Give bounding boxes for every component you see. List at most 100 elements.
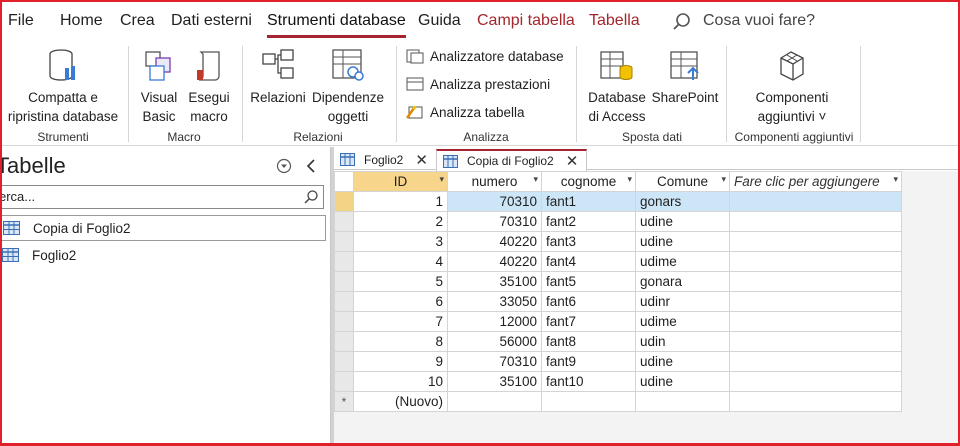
cell-cognome[interactable]: fant7 [541, 311, 636, 332]
cell-empty[interactable] [729, 371, 902, 392]
cell-empty[interactable] [635, 391, 730, 412]
cell-numero[interactable]: 70310 [447, 211, 542, 232]
table-row[interactable]: 5 35100 fant5 gonara [334, 271, 902, 292]
compatta-ripristina-button[interactable]: Compatta e ripristina database [4, 48, 122, 126]
sharepoint-button[interactable]: SharePoint [650, 48, 720, 107]
column-header-numero[interactable]: numero ▾ [447, 171, 542, 192]
analizzatore-database-button[interactable]: Analizzatore database [406, 48, 564, 64]
row-selector[interactable] [334, 251, 354, 272]
column-header-id[interactable]: ID ▾ [353, 171, 448, 192]
cell-numero[interactable]: 70310 [447, 191, 542, 212]
cell-comune[interactable]: gonars [635, 191, 730, 212]
table-row[interactable]: 10 35100 fant10 udine [334, 371, 902, 392]
table-row[interactable]: 6 33050 fant6 udinr [334, 291, 902, 312]
cell-comune[interactable]: gonara [635, 271, 730, 292]
cell-empty[interactable] [729, 251, 902, 272]
cell-empty[interactable] [541, 391, 636, 412]
cell-id[interactable]: 10 [353, 371, 448, 392]
row-selector[interactable] [334, 311, 354, 332]
table-row[interactable]: 7 12000 fant7 udime [334, 311, 902, 332]
cell-empty[interactable] [729, 391, 902, 412]
cell-comune[interactable]: udine [635, 231, 730, 252]
analizza-prestazioni-button[interactable]: Analizza prestazioni [406, 76, 550, 92]
chevron-down-icon[interactable]: ▾ [533, 174, 538, 185]
cell-id[interactable]: 4 [353, 251, 448, 272]
cell-comune[interactable]: udine [635, 351, 730, 372]
cell-cognome[interactable]: fant2 [541, 211, 636, 232]
cell-empty[interactable] [729, 291, 902, 312]
close-icon[interactable]: ✕ [566, 152, 579, 170]
nav-search-input[interactable]: erca... [0, 185, 324, 209]
dipendenze-oggetti-button[interactable]: Dipendenze oggetti [310, 48, 386, 126]
cell-id-new[interactable]: (Nuovo) [353, 391, 448, 412]
cell-id[interactable]: 1 [353, 191, 448, 212]
row-selector[interactable] [334, 351, 354, 372]
cell-comune[interactable]: udime [635, 311, 730, 332]
cell-numero[interactable]: 33050 [447, 291, 542, 312]
new-record-row[interactable]: * (Nuovo) [334, 391, 902, 412]
cell-id[interactable]: 8 [353, 331, 448, 352]
chevron-down-icon[interactable]: ▾ [721, 174, 726, 185]
select-all-corner[interactable] [334, 171, 354, 192]
menu-home[interactable]: Home [60, 12, 103, 34]
cell-cognome[interactable]: fant9 [541, 351, 636, 372]
cell-id[interactable]: 6 [353, 291, 448, 312]
visual-basic-button[interactable]: Visual Basic [136, 48, 182, 126]
cell-comune[interactable]: udin [635, 331, 730, 352]
cell-empty[interactable] [729, 351, 902, 372]
cell-empty[interactable] [729, 231, 902, 252]
cell-comune[interactable]: udime [635, 251, 730, 272]
menu-tabella[interactable]: Tabella [589, 12, 640, 34]
database-access-button[interactable]: Database di Access [584, 48, 650, 126]
chevron-down-icon[interactable]: ▾ [627, 174, 632, 185]
column-header-add[interactable]: Fare clic per aggiungere ▾ [729, 171, 902, 192]
row-selector[interactable] [334, 231, 354, 252]
nav-item-foglio2[interactable]: Foglio2 [0, 243, 326, 269]
cell-cognome[interactable]: fant8 [541, 331, 636, 352]
cell-id[interactable]: 7 [353, 311, 448, 332]
row-selector[interactable] [334, 331, 354, 352]
collapse-pane-icon[interactable] [305, 158, 317, 174]
cell-numero[interactable]: 40220 [447, 251, 542, 272]
cell-numero[interactable]: 35100 [447, 371, 542, 392]
cell-cognome[interactable]: fant6 [541, 291, 636, 312]
cell-empty[interactable] [729, 271, 902, 292]
cell-id[interactable]: 2 [353, 211, 448, 232]
cell-empty[interactable] [729, 311, 902, 332]
nav-menu-dropdown-icon[interactable] [276, 158, 292, 174]
cell-id[interactable]: 9 [353, 351, 448, 372]
cell-numero[interactable]: 35100 [447, 271, 542, 292]
cell-empty[interactable] [447, 391, 542, 412]
row-selector[interactable] [334, 271, 354, 292]
row-selector[interactable] [334, 191, 354, 212]
cell-id[interactable]: 5 [353, 271, 448, 292]
menu-file[interactable]: File [8, 12, 34, 34]
cell-cognome[interactable]: fant10 [541, 371, 636, 392]
cell-empty[interactable] [729, 211, 902, 232]
componenti-aggiuntivi-button[interactable]: Componenti aggiuntivi ˅ [736, 48, 848, 126]
close-icon[interactable]: ✕ [415, 151, 428, 169]
cell-comune[interactable]: udine [635, 371, 730, 392]
table-row[interactable]: 9 70310 fant9 udine [334, 351, 902, 372]
menu-crea[interactable]: Crea [120, 12, 155, 34]
row-selector[interactable] [334, 371, 354, 392]
table-row[interactable]: 4 40220 fant4 udime [334, 251, 902, 272]
tab-foglio2[interactable]: Foglio2 ✕ [340, 149, 428, 170]
cell-comune[interactable]: udine [635, 211, 730, 232]
cell-comune[interactable]: udinr [635, 291, 730, 312]
cell-cognome[interactable]: fant5 [541, 271, 636, 292]
table-row[interactable]: 8 56000 fant8 udin [334, 331, 902, 352]
chevron-down-icon[interactable]: ▾ [439, 174, 444, 185]
relazioni-button[interactable]: Relazioni [248, 48, 308, 107]
table-row[interactable]: 2 70310 fant2 udine [334, 211, 902, 232]
cell-empty[interactable] [729, 191, 902, 212]
menu-strumenti-database[interactable]: Strumenti database [267, 12, 406, 38]
tab-copia-di-foglio2[interactable]: Copia di Foglio2 ✕ [436, 149, 588, 171]
cell-numero[interactable]: 40220 [447, 231, 542, 252]
esegui-macro-button[interactable]: Esegui macro [186, 48, 232, 126]
chevron-down-icon[interactable]: ▾ [893, 174, 898, 185]
nav-item-copia-di-foglio2[interactable]: Copia di Foglio2 [0, 215, 326, 241]
menu-campi-tabella[interactable]: Campi tabella [477, 12, 575, 34]
cell-numero[interactable]: 12000 [447, 311, 542, 332]
cell-numero[interactable]: 70310 [447, 351, 542, 372]
